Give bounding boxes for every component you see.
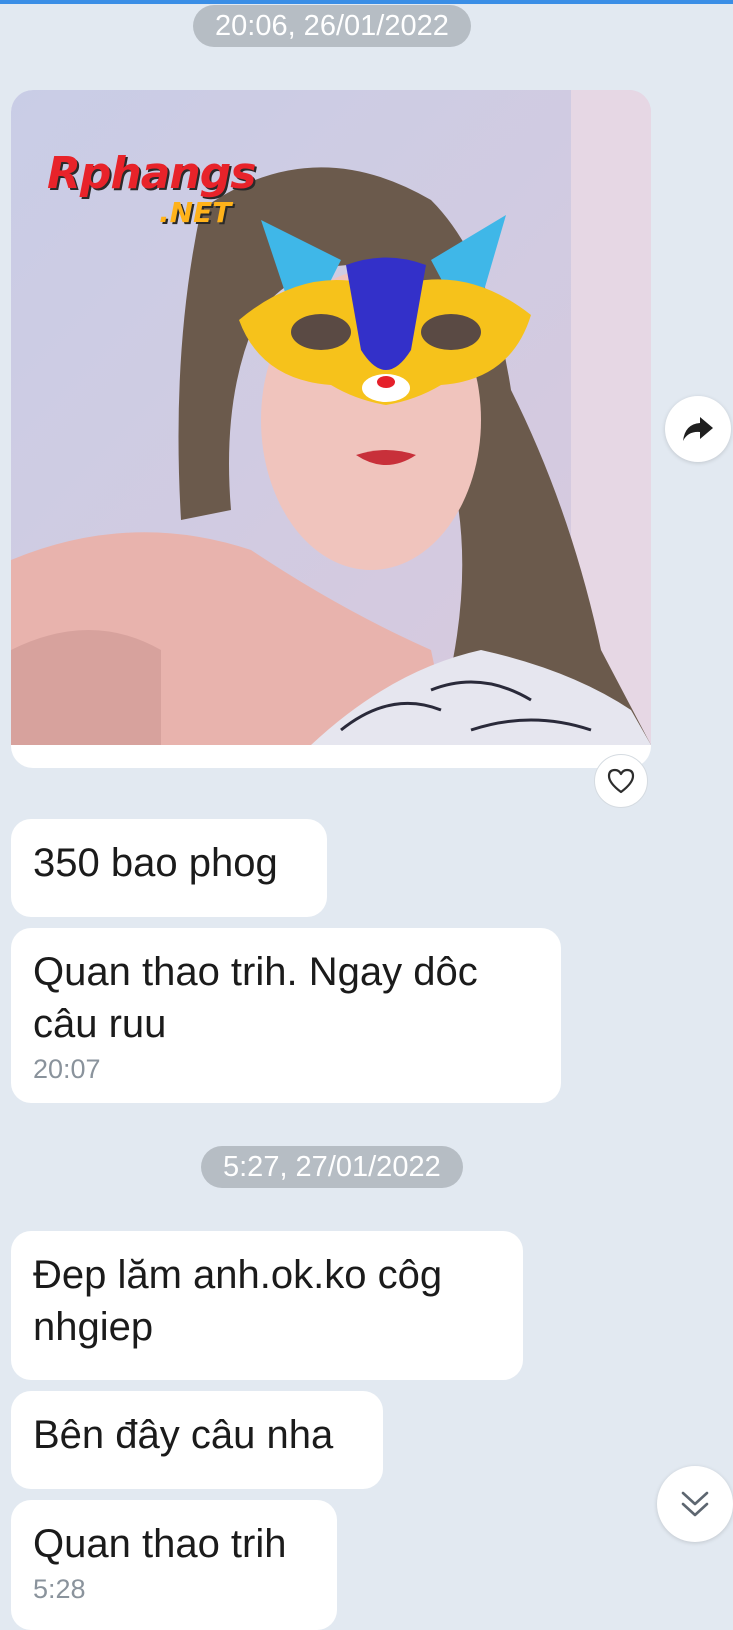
message-text: 350 bao phog — [33, 841, 278, 885]
message-bubble[interactable]: Đep lăm anh.ok.ko côg nhgiep — [11, 1231, 523, 1380]
react-button[interactable] — [594, 754, 648, 808]
watermark-logo: Rphangs — [47, 148, 256, 199]
message-bubble[interactable]: Quan thao trih. Ngay dôc câu ruu 20:07 — [11, 928, 561, 1103]
message-text: Bên đây câu nha — [33, 1413, 334, 1457]
message-timestamp: 20:07 — [33, 1054, 101, 1084]
date-separator: 5:27, 27/01/2022 — [201, 1146, 463, 1188]
double-chevron-down-icon — [681, 1491, 709, 1517]
image-message[interactable]: Rphangs .NET — [11, 90, 651, 768]
share-arrow-icon — [683, 417, 713, 441]
message-timestamp: 5:28 — [33, 1574, 86, 1604]
message-bubble[interactable]: 350 bao phog — [11, 819, 327, 917]
watermark-suffix: .NET — [159, 196, 232, 229]
top-accent-bar — [0, 0, 733, 4]
date-separator: 20:06, 26/01/2022 — [193, 5, 471, 47]
message-text: Quan thao trih — [33, 1522, 287, 1566]
message-text: Quan thao trih. Ngay dôc câu ruu — [33, 950, 478, 1046]
message-text: Đep lăm anh.ok.ko côg nhgiep — [33, 1253, 443, 1349]
message-bubble[interactable]: Bên đây câu nha — [11, 1391, 383, 1489]
share-button[interactable] — [665, 396, 731, 462]
heart-icon — [607, 768, 635, 794]
scroll-to-bottom-button[interactable] — [657, 1466, 733, 1542]
message-bubble[interactable]: Quan thao trih 5:28 — [11, 1500, 337, 1630]
